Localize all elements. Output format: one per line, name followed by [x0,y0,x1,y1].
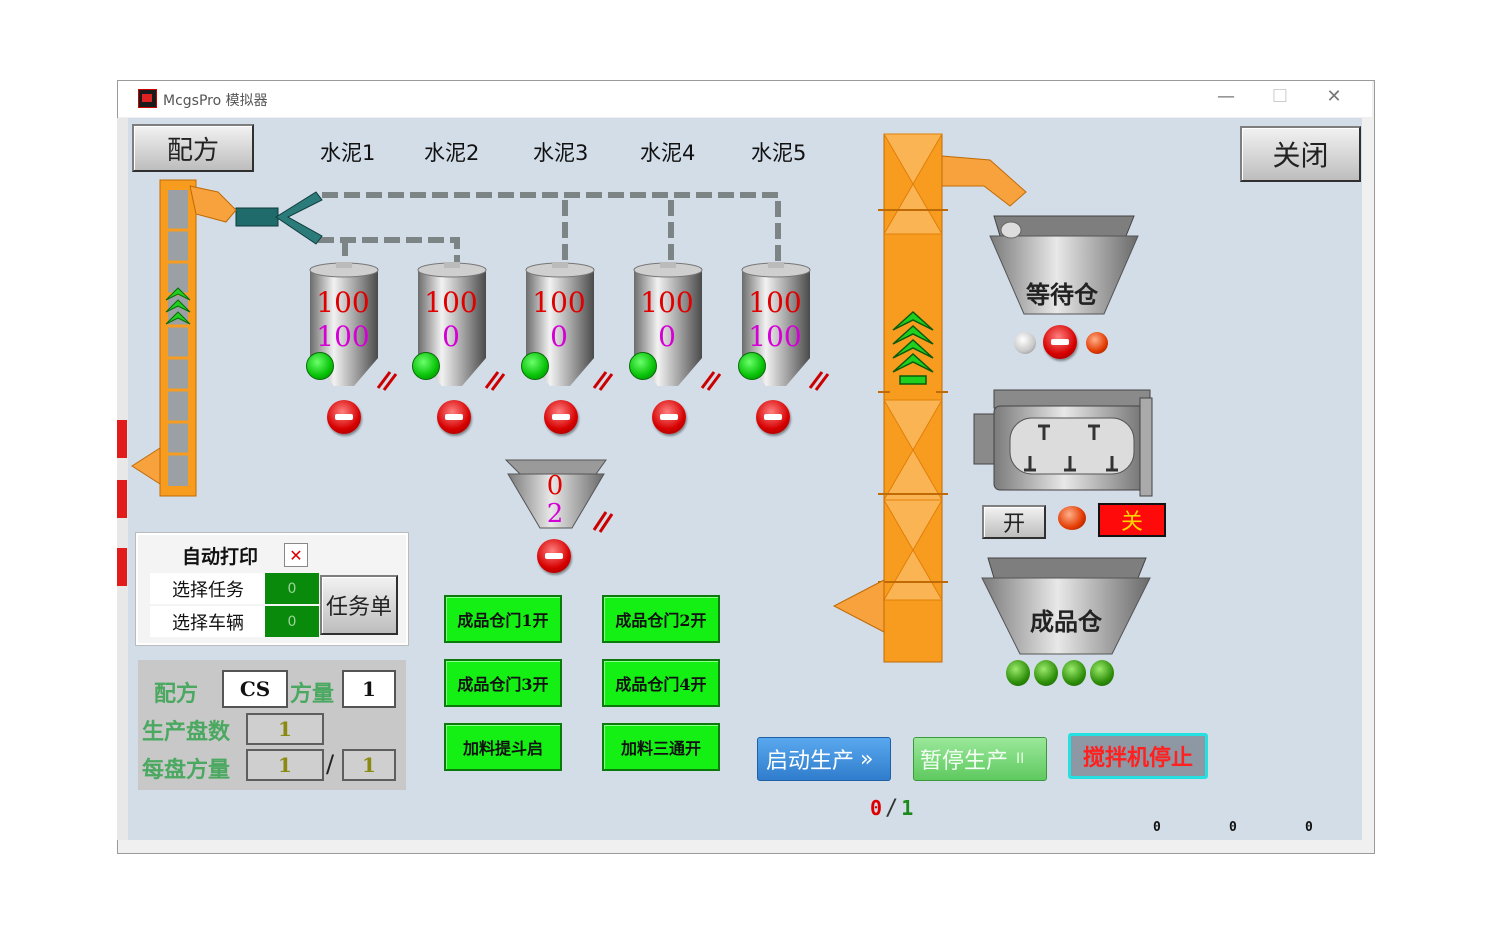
silo-1-stop-icon[interactable] [327,400,361,434]
bin-gate-1-open-button[interactable]: 成品仓门1开 [444,595,562,643]
counter-2: 0 [1229,820,1237,835]
silo-3-value-top: 100 [532,286,586,319]
silo-1-value-bottom: 100 [316,320,370,353]
gate-2-light [1034,660,1058,686]
feed-three-way-open-button[interactable]: 加料三通开 [602,723,720,771]
scale-stop-icon[interactable] [537,539,571,573]
valve-marks [376,371,830,533]
waiting-bin-light-white [1014,332,1036,354]
silo-4-value-top: 100 [640,286,694,319]
silo-2-status-light [412,352,440,380]
pause-production-label: 暂停生产 [920,749,1009,774]
product-bin-label: 成品仓 [1030,607,1102,636]
mixer-body [973,389,1153,497]
mixer-open-button[interactable]: 开 [982,505,1046,539]
pause-production-button[interactable]: 暂停生产 II [913,737,1047,781]
silo-1-value-top: 100 [316,286,370,319]
progress-divider: / [885,796,899,821]
per-batch-total[interactable]: 1 [342,749,396,781]
bin-gate-2-open-button[interactable]: 成品仓门2开 [602,595,720,643]
counter-3: 0 [1305,820,1313,835]
waiting-bin-light-red [1086,332,1108,354]
start-production-button[interactable]: 启动生产 » [757,737,891,781]
mixer-close-button[interactable]: 关 [1098,503,1166,537]
auto-print-label: 自动打印 [182,546,259,568]
distributor-pipe [235,191,323,245]
select-task-field[interactable]: 0 [265,573,319,604]
silo-4-stop-icon[interactable] [652,400,686,434]
progress-total: 1 [901,796,914,820]
counter-1: 0 [1153,820,1161,835]
silo-4-value-bottom: 0 [658,320,676,353]
mixer-status-light [1058,506,1086,530]
select-task-label: 选择任务 [150,573,266,604]
per-batch-value[interactable]: 1 [246,749,324,781]
silo-5-stop-icon[interactable] [756,400,790,434]
silo-4-status-light [629,352,657,380]
mixer-stop-button[interactable]: 搅拌机停止 [1068,733,1208,779]
auto-print-checkbox[interactable]: ✕ [284,543,308,567]
start-production-label: 启动生产 [766,749,855,774]
gate-4-light [1090,660,1114,686]
batch-count-label: 生产盘数 [142,719,231,745]
left-elevator [131,179,237,497]
waiting-bin-stop-icon[interactable] [1043,325,1077,359]
gate-3-light [1062,660,1086,686]
progress-current: 0 [870,796,883,820]
per-batch-label: 每盘方量 [142,757,231,783]
volume-label: 方量 [290,681,335,707]
product-gate-lights [1006,660,1114,686]
silo-1-status-light [306,352,334,380]
volume-input[interactable]: 1 [342,670,396,708]
print-panel: 自动打印 ✕ 选择任务 0 选择车辆 0 任务单 [136,533,408,645]
bin-gate-4-open-button[interactable]: 成品仓门4开 [602,659,720,707]
silo-5-status-light [738,352,766,380]
gate-1-light [1006,660,1030,686]
silo-2-value-bottom: 0 [442,320,460,353]
silo-3-status-light [521,352,549,380]
select-vehicle-field[interactable]: 0 [265,606,319,637]
silo-3-value-bottom: 0 [550,320,568,353]
scale-value-top: 0 [546,471,564,501]
per-batch-divider: / [326,750,335,778]
recipe-input[interactable]: CS [222,670,288,708]
pause-icon: II [1016,751,1025,767]
silo-2-stop-icon[interactable] [437,400,471,434]
silo-2-value-top: 100 [424,286,478,319]
select-vehicle-label: 选择车辆 [150,606,266,637]
pipe-lines [318,192,781,262]
waiting-bin-label: 等待仓 [1026,280,1098,309]
process-graphics [131,133,1153,663]
fast-forward-icon: » [860,746,874,772]
silo-3-stop-icon[interactable] [544,400,578,434]
silo-5-value-bottom: 100 [748,320,802,353]
silo-5-value-top: 100 [748,286,802,319]
scale-value-bottom: 2 [546,499,564,529]
batch-count-value[interactable]: 1 [246,713,324,745]
bin-gate-3-open-button[interactable]: 成品仓门3开 [444,659,562,707]
feed-elevator-start-button[interactable]: 加料提斗启 [444,723,562,771]
batch-progress: 0 / 1 [870,796,913,821]
task-list-button[interactable]: 任务单 [320,575,398,635]
recipe-panel: 配方 CS 方量 1 生产盘数 1 每盘方量 1 / 1 [138,660,406,790]
recipe-label: 配方 [154,681,199,707]
